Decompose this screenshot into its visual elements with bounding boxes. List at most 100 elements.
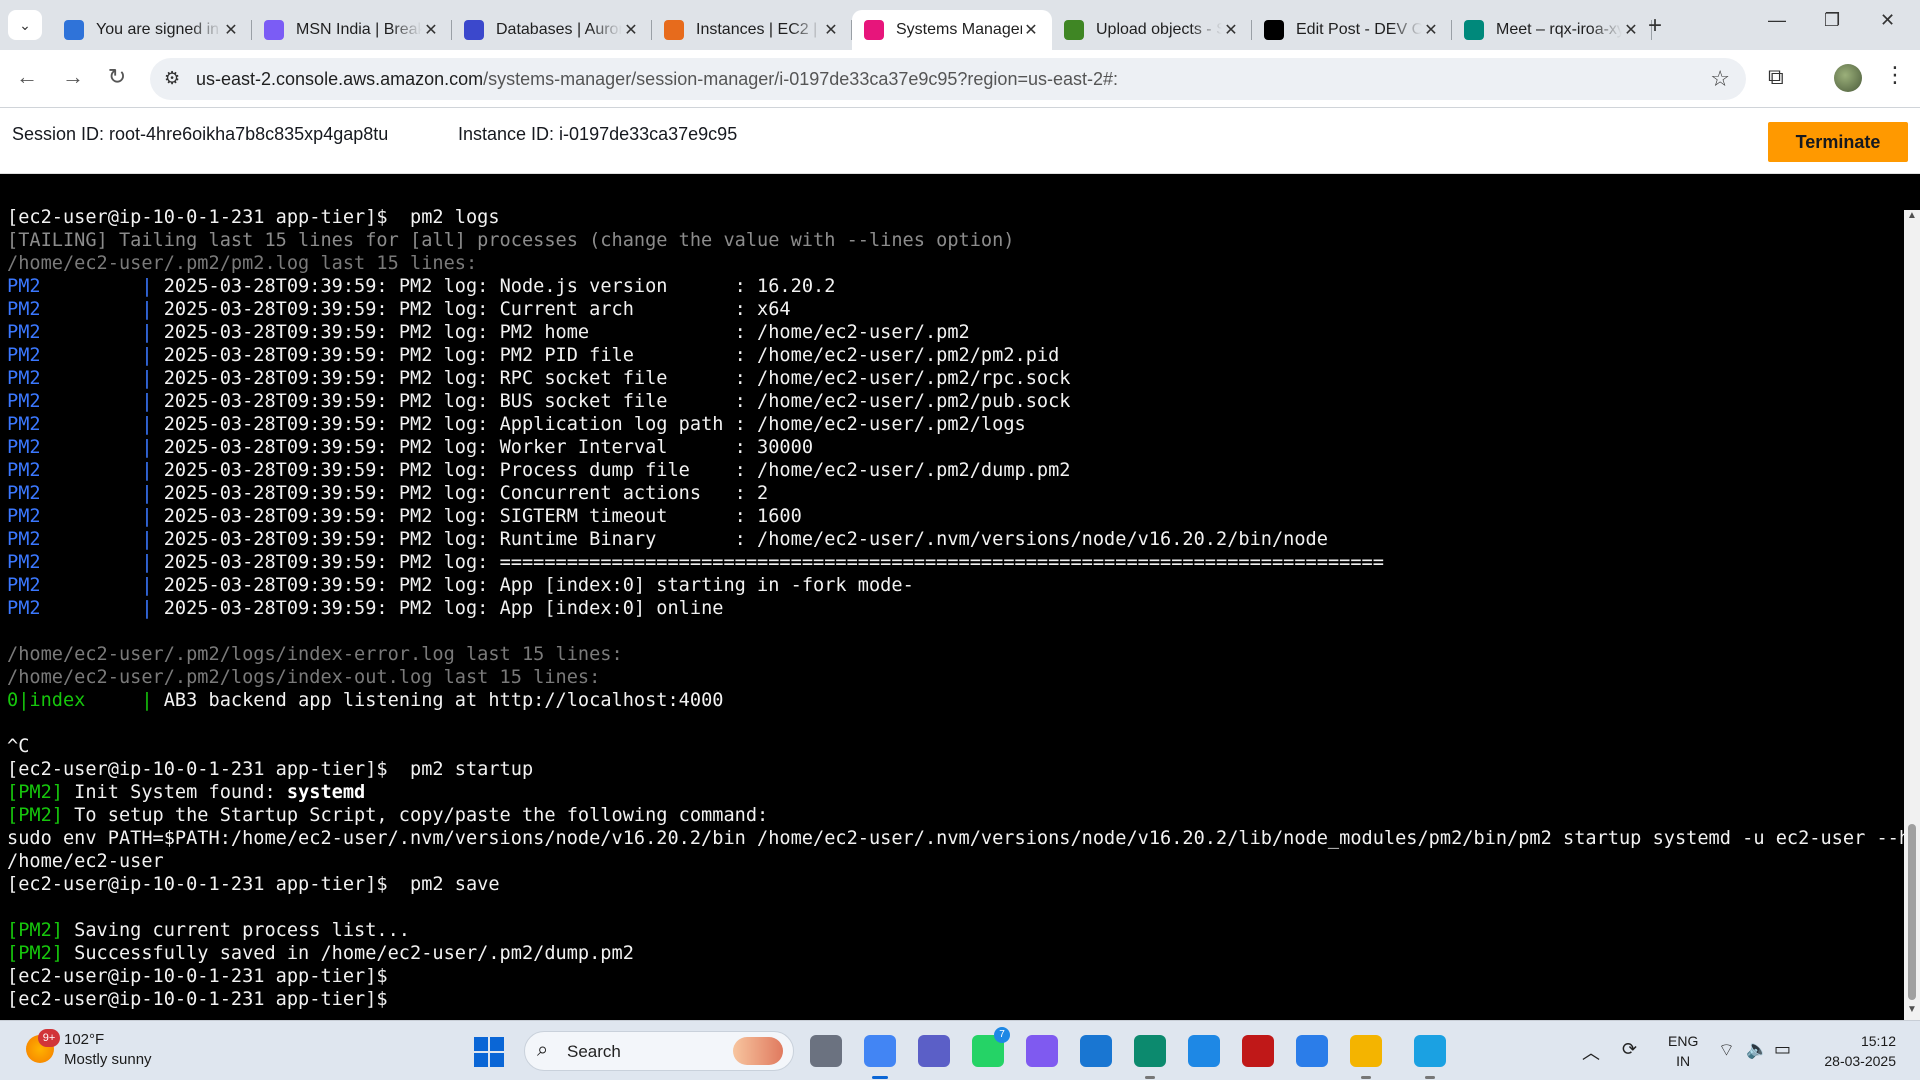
extensions-icon[interactable]: ⧉ [1768, 64, 1784, 90]
scroll-thumb[interactable] [1908, 824, 1916, 1000]
terminal-scrollbar[interactable]: ▲ ▼ [1904, 210, 1920, 1020]
language-indicator[interactable]: ENG IN [1668, 1031, 1698, 1071]
myhp-icon[interactable] [1080, 1035, 1112, 1067]
terminal-line: /home/ec2-user/.pm2/logs/index-out.log l… [7, 666, 1904, 689]
avatar[interactable] [1834, 64, 1862, 92]
chrome-icon[interactable] [864, 1035, 896, 1067]
terminal-segment: | [141, 322, 164, 343]
tab-close-icon[interactable]: ✕ [1422, 20, 1440, 40]
tab-title: Edit Post - DEV Community [1296, 21, 1422, 38]
scroll-down-icon[interactable]: ▼ [1904, 1004, 1920, 1020]
dev-icon [1264, 20, 1284, 40]
tab-4[interactable]: Systems Manager ✕ [852, 10, 1052, 50]
terminal-segment: 2025-03-28T09:39:59: PM2 log: PM2 PID fi… [163, 345, 1060, 366]
tab-close-icon[interactable]: ✕ [622, 20, 640, 40]
terminate-button[interactable]: Terminate [1768, 122, 1908, 162]
bookmark-star-icon[interactable]: ☆ [1710, 66, 1730, 92]
terminal-segment: 2025-03-28T09:39:59: PM2 log: RPC socket… [163, 368, 1071, 389]
terminal-line: PM2 | 2025-03-28T09:39:59: PM2 log: PM2 … [7, 321, 1904, 344]
forward-icon[interactable]: → [58, 64, 88, 90]
chevron-up-icon[interactable]: ︿ [1582, 1039, 1600, 1065]
copilot-icon[interactable] [1026, 1035, 1058, 1067]
task-view-icon[interactable] [810, 1035, 842, 1067]
minimize-icon[interactable]: — [1768, 10, 1786, 31]
terminal[interactable]: [ec2-user@ip-10-0-1-231 app-tier]$ pm2 l… [0, 174, 1904, 1020]
tab-title: Systems Manager [896, 21, 1022, 38]
terminal-line: /home/ec2-user/.pm2/pm2.log last 15 line… [7, 252, 1904, 275]
wifi-icon[interactable]: ⌔ [1718, 1039, 1735, 1062]
terminal-segment: 2025-03-28T09:39:59: PM2 log: Process du… [163, 460, 1071, 481]
back-icon[interactable]: ← [12, 64, 42, 90]
terminal-line: ^C [7, 735, 1904, 758]
google-meet-icon [1464, 20, 1484, 40]
tab-7[interactable]: Meet – rqx-iroa-xyz ✕ [1452, 10, 1652, 50]
terminal-segment: 2025-03-28T09:39:59: PM2 log: Node.js ve… [163, 276, 836, 297]
rds-database-icon [464, 20, 484, 40]
tab-6[interactable]: Edit Post - DEV Community✕ [1252, 10, 1452, 50]
terminal-segment: PM2 [7, 368, 142, 389]
help-icon[interactable] [1188, 1035, 1220, 1067]
tab-close-icon[interactable]: ✕ [822, 20, 840, 40]
terminal-line: PM2 | 2025-03-28T09:39:59: PM2 log: BUS … [7, 390, 1904, 413]
notepad-icon[interactable] [1414, 1035, 1446, 1067]
close-window-icon[interactable]: ✕ [1880, 10, 1895, 31]
terminal-segment: PM2 [7, 437, 142, 458]
store-icon[interactable] [1296, 1035, 1328, 1067]
windows-start-icon[interactable] [474, 1037, 504, 1067]
tab-search-button[interactable]: ⌄ [8, 10, 42, 40]
weather-desc[interactable]: Mostly sunny [64, 1051, 152, 1068]
terminal-segment: [PM2] [7, 920, 75, 941]
terminal-output: [ec2-user@ip-10-0-1-231 app-tier]$ pm2 l… [7, 206, 1904, 1011]
terminal-segment: PM2 [7, 506, 142, 527]
mcafee-icon[interactable] [1242, 1035, 1274, 1067]
terminal-segment: PM2 [7, 322, 142, 343]
taskbar-search[interactable]: ⌕ Search [524, 1031, 794, 1071]
reload-icon[interactable]: ↻ [102, 64, 132, 90]
new-tab-button[interactable]: + [1648, 12, 1662, 40]
tab-title: MSN India | Breaking [296, 21, 422, 38]
volume-icon[interactable]: 🔈 [1746, 1039, 1768, 1060]
terminal-segment: ^C [7, 736, 30, 757]
tab-2[interactable]: Databases | Aurora ✕ [452, 10, 652, 50]
tab-close-icon[interactable]: ✕ [222, 20, 240, 40]
terminal-segment: 2025-03-28T09:39:59: PM2 log: Applicatio… [163, 414, 1026, 435]
weather-temp[interactable]: 102°F [64, 1031, 104, 1048]
session-id: Session ID: root-4hre6oikha7b8c835xp4gap… [12, 124, 389, 144]
file-explorer-icon[interactable] [1350, 1035, 1382, 1067]
terminal-line: PM2 | 2025-03-28T09:39:59: PM2 log: PM2 … [7, 344, 1904, 367]
browser-tab-strip: ⌄ You are signed in✕MSN India | Breaking… [0, 0, 1920, 50]
address-bar[interactable]: ⚙ us-east-2.console.aws.amazon.com/syste… [150, 58, 1746, 100]
tab-close-icon[interactable]: ✕ [1222, 20, 1240, 40]
sync-icon[interactable]: ⟳ [1622, 1039, 1637, 1060]
terminal-segment: 2025-03-28T09:39:59: PM2 log: Concurrent… [163, 483, 769, 504]
terminal-segment: [TAILING] Tailing last 15 lines for [all… [7, 230, 1015, 251]
clock[interactable]: 15:12 28-03-2025 [1818, 1031, 1896, 1071]
url-text[interactable]: us-east-2.console.aws.amazon.com/systems… [196, 69, 1118, 90]
tab-close-icon[interactable]: ✕ [1022, 20, 1040, 40]
teams-badge: 7 [994, 1027, 1010, 1043]
tab-1[interactable]: MSN India | Breaking✕ [252, 10, 452, 50]
scroll-up-icon[interactable]: ▲ [1904, 210, 1920, 226]
site-info-icon[interactable]: ⚙ [164, 68, 180, 89]
terminal-segment: 2025-03-28T09:39:59: PM2 log: App [index… [163, 598, 724, 619]
browser-menu-icon[interactable]: ⋮ [1884, 62, 1906, 88]
restore-icon[interactable]: ❐ [1824, 10, 1840, 31]
teams-icon[interactable] [918, 1035, 950, 1067]
tab-close-icon[interactable]: ✕ [1622, 20, 1640, 40]
weather-badge: 9+ [38, 1029, 60, 1047]
tab-title: Instances | EC2 | us [696, 21, 822, 38]
battery-icon[interactable]: ▭ [1774, 1039, 1791, 1060]
tab-0[interactable]: You are signed in ✕ [52, 10, 252, 50]
terminal-segment: | [141, 598, 164, 619]
tab-close-icon[interactable]: ✕ [422, 20, 440, 40]
terminal-segment: To setup the Startup Script, copy/paste … [74, 805, 769, 826]
session-header: Session ID: root-4hre6oikha7b8c835xp4gap… [0, 108, 1920, 174]
edge-icon[interactable] [1134, 1035, 1166, 1067]
running-indicator [1145, 1076, 1155, 1079]
terminal-segment: 2025-03-28T09:39:59: PM2 log: Runtime Bi… [163, 529, 1328, 550]
terminal-segment: | [141, 299, 164, 320]
tab-title: Databases | Aurora [496, 21, 622, 38]
tab-3[interactable]: Instances | EC2 | us✕ [652, 10, 852, 50]
tab-5[interactable]: Upload objects - S3 ✕ [1052, 10, 1252, 50]
